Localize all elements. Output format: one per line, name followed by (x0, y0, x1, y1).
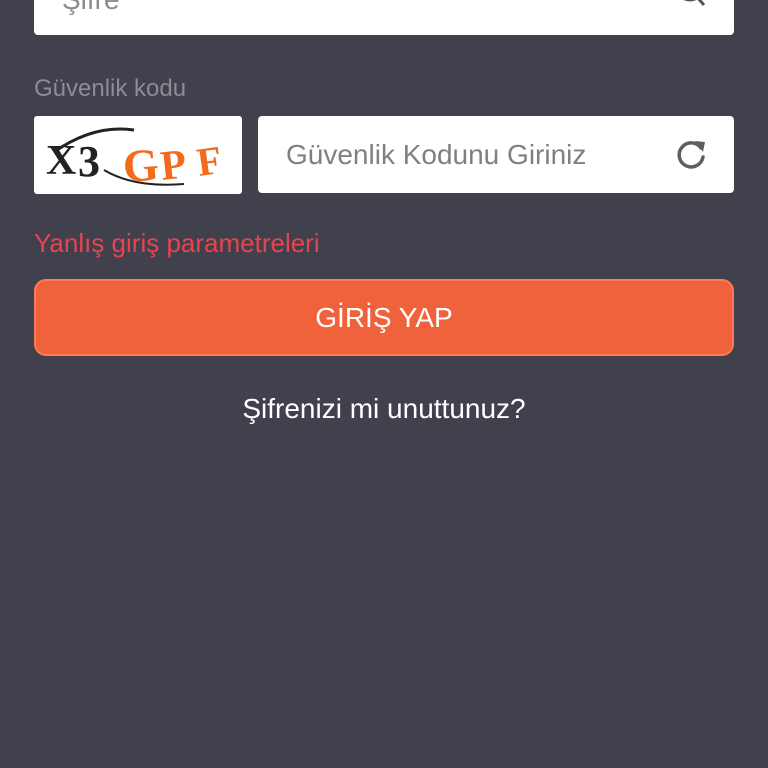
captcha-image: X 3 G P F (34, 116, 242, 194)
password-placeholder: Şifre (62, 0, 120, 16)
security-code-input[interactable] (258, 116, 658, 193)
forgot-password-link[interactable]: Şifrenizi mi unuttunuz? (0, 392, 768, 426)
eye-icon[interactable] (672, 0, 708, 8)
svg-text:G: G (121, 139, 160, 192)
login-button[interactable]: GİRİŞ YAP (34, 279, 734, 356)
password-field[interactable]: Şifre (34, 0, 734, 35)
svg-text:X: X (46, 138, 76, 184)
error-message: Yanlış giriş parametreleri (34, 228, 320, 258)
svg-text:3: 3 (78, 137, 100, 186)
security-code-label: Güvenlik kodu (34, 75, 187, 102)
refresh-icon[interactable] (674, 138, 708, 172)
security-code-field[interactable] (258, 116, 734, 193)
svg-text:F: F (194, 137, 224, 185)
svg-text:P: P (158, 142, 188, 190)
